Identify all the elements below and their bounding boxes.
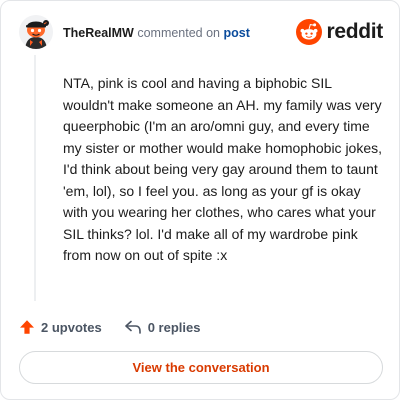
- reply-count: 0 replies: [147, 319, 201, 335]
- comment-embed-card: TheRealMW commented on post reddit NTA, …: [0, 0, 400, 400]
- author-username[interactable]: TheRealMW: [63, 26, 134, 40]
- replies-button[interactable]: 0 replies: [124, 319, 201, 335]
- snoo-avatar-icon[interactable]: [19, 15, 53, 49]
- reddit-wordmark: reddit: [326, 20, 383, 43]
- reddit-logo-icon: [296, 19, 323, 45]
- upvote-arrow-icon: [20, 320, 34, 334]
- thread-line: [34, 55, 36, 301]
- reddit-brand[interactable]: reddit: [296, 19, 383, 45]
- comment-body: NTA, pink is cool and having a biphobic …: [63, 75, 383, 263]
- context-action-text: commented on: [137, 26, 221, 40]
- reply-arrow-icon: [124, 320, 141, 334]
- comment-meta: TheRealMW commented on post: [63, 26, 250, 40]
- upvote-button[interactable]: 2 upvotes: [19, 319, 102, 335]
- comment-actions: 2 upvotes 0 replies: [19, 317, 200, 337]
- upvote-count: 2 upvotes: [41, 319, 102, 335]
- post-link[interactable]: post: [224, 26, 250, 40]
- comment-header: TheRealMW commented on post reddit: [19, 15, 383, 51]
- view-conversation-button[interactable]: View the conversation: [19, 351, 383, 384]
